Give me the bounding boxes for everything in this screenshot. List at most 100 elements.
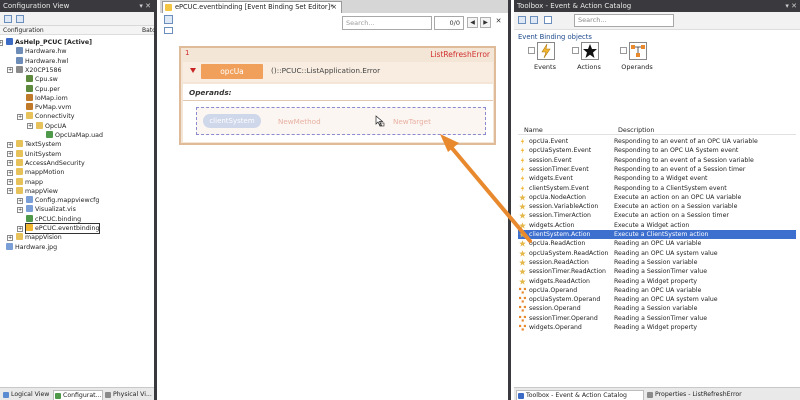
tree-expander[interactable]: + bbox=[7, 179, 13, 185]
tree-expander[interactable]: + bbox=[7, 160, 13, 167]
event-source-pill[interactable]: opcUa bbox=[201, 64, 263, 79]
tree-expander[interactable]: + bbox=[17, 113, 23, 120]
actions-checkbox[interactable] bbox=[572, 47, 579, 54]
toolbar-list-icon[interactable] bbox=[16, 15, 24, 23]
tree-expander[interactable]: + bbox=[7, 234, 13, 241]
tree-expander[interactable]: + bbox=[27, 123, 33, 130]
search-next-button[interactable]: ▶ bbox=[480, 17, 491, 28]
tree-item[interactable]: Cpu.per bbox=[26, 84, 60, 94]
tree-item[interactable]: PvMap.vvm bbox=[26, 103, 71, 112]
events-checkbox[interactable] bbox=[528, 47, 535, 54]
layout-icon[interactable] bbox=[164, 27, 173, 34]
add-binding-icon[interactable] bbox=[164, 15, 173, 24]
catalog-row[interactable]: widgets.ReadAction Reading a Widget prope… bbox=[518, 277, 796, 286]
tree-expander[interactable]: + bbox=[7, 169, 13, 176]
column-configuration[interactable]: Configuration bbox=[3, 26, 44, 35]
catalog-row[interactable]: session.ReadAction Reading a Session vari… bbox=[518, 258, 796, 267]
catalog-row[interactable]: session.VariableAction Execute an action … bbox=[518, 202, 796, 211]
catalog-row[interactable]: sessionTimer.Operand Reading a SessionTim… bbox=[518, 314, 796, 323]
tab-configuration-view[interactable]: Configurat... bbox=[53, 390, 103, 400]
catalog-row[interactable]: opcUa.Event Responding to an event of an … bbox=[518, 137, 796, 146]
collapse-triangle-icon[interactable] bbox=[190, 68, 196, 73]
toolbox-panel-controls[interactable]: ▾ ✕ bbox=[785, 0, 797, 12]
physical-view-icon bbox=[105, 392, 111, 398]
catalog-row[interactable]: widgets.Event Responding to a Widget even… bbox=[518, 174, 796, 183]
catalog-row[interactable]: opcUa.ReadAction Reading an OPC UA variab… bbox=[518, 239, 796, 248]
document-tab[interactable]: ePCUC.eventbinding [Event Binding Set Ed… bbox=[162, 1, 342, 13]
toolbar-tree-icon[interactable] bbox=[4, 15, 12, 23]
catalog-row[interactable]: sessionTimer.ReadAction Reading a Session… bbox=[518, 267, 796, 276]
close-tab-icon[interactable]: × bbox=[331, 2, 337, 13]
tree-expander[interactable]: + bbox=[7, 67, 13, 74]
tree-item[interactable]: AccessAndSecurity bbox=[16, 158, 85, 168]
tree-expander[interactable]: + bbox=[0, 39, 3, 46]
tree-item[interactable]: mapp bbox=[16, 177, 43, 187]
tree-item-icon bbox=[6, 242, 13, 250]
editor-search-input[interactable]: Search... bbox=[342, 16, 432, 30]
tree-item[interactable]: TextSystem bbox=[16, 140, 61, 149]
catalog-row[interactable]: opcUaSystem.Event Responding to an OPC UA… bbox=[518, 146, 796, 155]
catalog-item-description: Responding to a ClientSystem event bbox=[614, 184, 727, 192]
catalog-row[interactable]: opcUa.NodeAction Execute an action on an … bbox=[518, 193, 796, 202]
column-name[interactable]: Name bbox=[524, 125, 543, 135]
catalog-row[interactable]: clientSystem.Action Execute a ClientSyste… bbox=[518, 230, 796, 239]
operands-checkbox[interactable] bbox=[620, 47, 627, 54]
tree-expander[interactable]: + bbox=[17, 225, 23, 232]
tab-properties[interactable]: Properties - ListRefreshError bbox=[646, 390, 766, 400]
tree-item[interactable]: X20CP1586 bbox=[16, 65, 62, 75]
binding-title[interactable]: ListRefreshError bbox=[430, 50, 490, 59]
category-events[interactable]: Events bbox=[526, 42, 564, 76]
tree-item[interactable]: Hardware.hwl bbox=[16, 56, 68, 66]
toolbox-filter-icon[interactable] bbox=[544, 16, 552, 24]
catalog-row[interactable]: session.Event Responding to an event of a… bbox=[518, 156, 796, 165]
toolbox-search-input[interactable]: Search... bbox=[574, 14, 674, 27]
tree-item[interactable]: OpcUaMap.uad bbox=[46, 131, 103, 140]
catalog-row[interactable]: widgets.Operand Reading a Widget property bbox=[518, 323, 796, 332]
catalog-row[interactable]: widgets.Action Execute a Widget action bbox=[518, 221, 796, 230]
tab-toolbox-catalog[interactable]: Toolbox - Event & Action Catalog bbox=[516, 390, 644, 400]
tree-item[interactable]: mappView bbox=[16, 186, 58, 196]
tree-item[interactable]: mappMotion bbox=[16, 168, 64, 177]
catalog-row[interactable]: session.Operand Reading a Session variabl… bbox=[518, 304, 796, 313]
tree-item[interactable]: Visualizat.vis bbox=[26, 205, 76, 214]
category-actions[interactable]: Actions bbox=[570, 42, 608, 76]
search-close-icon[interactable]: ✕ bbox=[493, 17, 504, 28]
tree-expander[interactable]: + bbox=[7, 188, 13, 195]
tree-item[interactable]: Hardware.jpg bbox=[6, 242, 57, 252]
catalog-row[interactable]: opcUa.Operand Reading an OPC UA variable bbox=[518, 286, 796, 295]
tree-expander[interactable]: + bbox=[17, 197, 23, 204]
action-drop-zone[interactable]: clientSystem NewMethod NewTarget bbox=[196, 107, 486, 135]
tree-item[interactable]: AsHelp_PCUC [Active] bbox=[6, 38, 92, 47]
tree-item[interactable]: ePCUC.eventbinding bbox=[24, 223, 101, 234]
tree-expander[interactable]: + bbox=[17, 206, 23, 213]
tree-item[interactable]: Connectivity bbox=[26, 112, 74, 121]
tab-logical-view[interactable]: Logical View bbox=[2, 390, 52, 400]
tree-item-label: X20CP1586 bbox=[25, 66, 62, 74]
event-binding-card[interactable]: 1 ListRefreshError opcUa ()::PCUC::ListA… bbox=[179, 46, 496, 145]
catalog-row[interactable]: opcUaSystem.Operand Reading an OPC UA sys… bbox=[518, 295, 796, 304]
tree-item[interactable]: UnitSystem bbox=[16, 149, 61, 159]
tree-item[interactable]: mappVision bbox=[16, 233, 62, 242]
column-batch[interactable]: Batc bbox=[142, 26, 155, 35]
column-description[interactable]: Description bbox=[618, 125, 654, 135]
catalog-row[interactable]: opcUaSystem.ReadAction Reading an OPC UA … bbox=[518, 249, 796, 258]
panel-controls[interactable]: ▾ ✕ bbox=[139, 0, 151, 12]
tree-item[interactable]: Config.mappviewcfg bbox=[26, 196, 99, 205]
tab-physical-view[interactable]: Physical Vi... bbox=[104, 390, 154, 400]
tree-item-icon bbox=[26, 205, 33, 213]
toolbox-view-icon[interactable] bbox=[518, 16, 526, 24]
search-previous-button[interactable]: ◀ bbox=[467, 17, 478, 28]
tree-expander[interactable]: + bbox=[7, 141, 13, 148]
tree-item[interactable]: OpcUA bbox=[36, 121, 66, 131]
toolbox-sort-icon[interactable] bbox=[530, 16, 538, 24]
category-operands[interactable]: Operands bbox=[618, 42, 656, 76]
event-expression[interactable]: ()::PCUC::ListApplication.Error bbox=[271, 66, 380, 75]
tree-expander[interactable]: + bbox=[7, 151, 13, 158]
catalog-row[interactable]: session.TimerAction Execute an action on … bbox=[518, 211, 796, 220]
catalog-row[interactable]: sessionTimer.Event Responding to an event… bbox=[518, 165, 796, 174]
tree-item[interactable]: cPCUC.binding bbox=[26, 214, 81, 224]
tree-item[interactable]: Cpu.sw bbox=[26, 75, 58, 84]
tree-item[interactable]: Hardware.hw bbox=[16, 47, 67, 56]
tree-item[interactable]: IoMap.iom bbox=[26, 93, 68, 103]
catalog-row[interactable]: clientSystem.Event Responding to a Client… bbox=[518, 184, 796, 193]
